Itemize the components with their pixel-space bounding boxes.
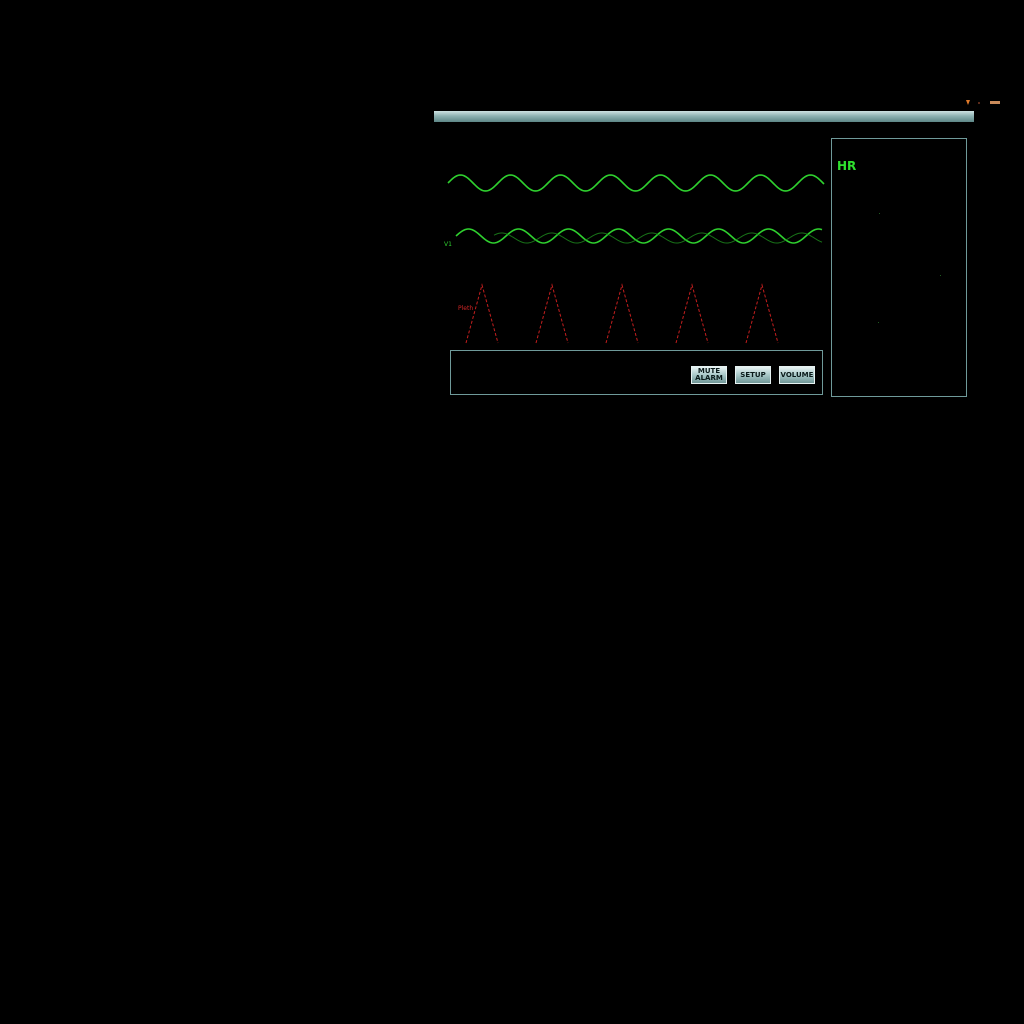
decorative-dot xyxy=(879,213,880,214)
waveform-area: V1 Pleth xyxy=(434,126,834,356)
volume-button[interactable]: VOLUME xyxy=(779,366,815,384)
pleth-label: Pleth xyxy=(458,305,474,312)
warning-icon xyxy=(966,100,970,105)
mute-alarm-line2: ALARM xyxy=(695,374,723,382)
decorative-dot xyxy=(940,275,941,276)
vitals-panel: HR xyxy=(831,138,967,397)
patient-monitor: V1 Pleth MUTE ALARM SETUP VOLUME HR xyxy=(434,96,1000,402)
lead-v1-label: V1 xyxy=(444,241,452,248)
mute-alarm-button[interactable]: MUTE ALARM xyxy=(691,366,727,384)
pleth-waveform xyxy=(465,283,779,344)
battery-icon xyxy=(990,101,1000,104)
decorative-dot xyxy=(878,322,879,323)
waveform-canvas xyxy=(447,174,825,344)
bell-icon xyxy=(978,102,980,104)
hr-label: HR xyxy=(837,159,857,173)
ecg-waveform-top xyxy=(447,174,825,192)
setup-button[interactable]: SETUP xyxy=(735,366,771,384)
title-bar xyxy=(434,111,974,122)
ecg-waveform-v1-echo xyxy=(493,232,823,244)
control-panel: MUTE ALARM SETUP VOLUME xyxy=(450,350,823,395)
